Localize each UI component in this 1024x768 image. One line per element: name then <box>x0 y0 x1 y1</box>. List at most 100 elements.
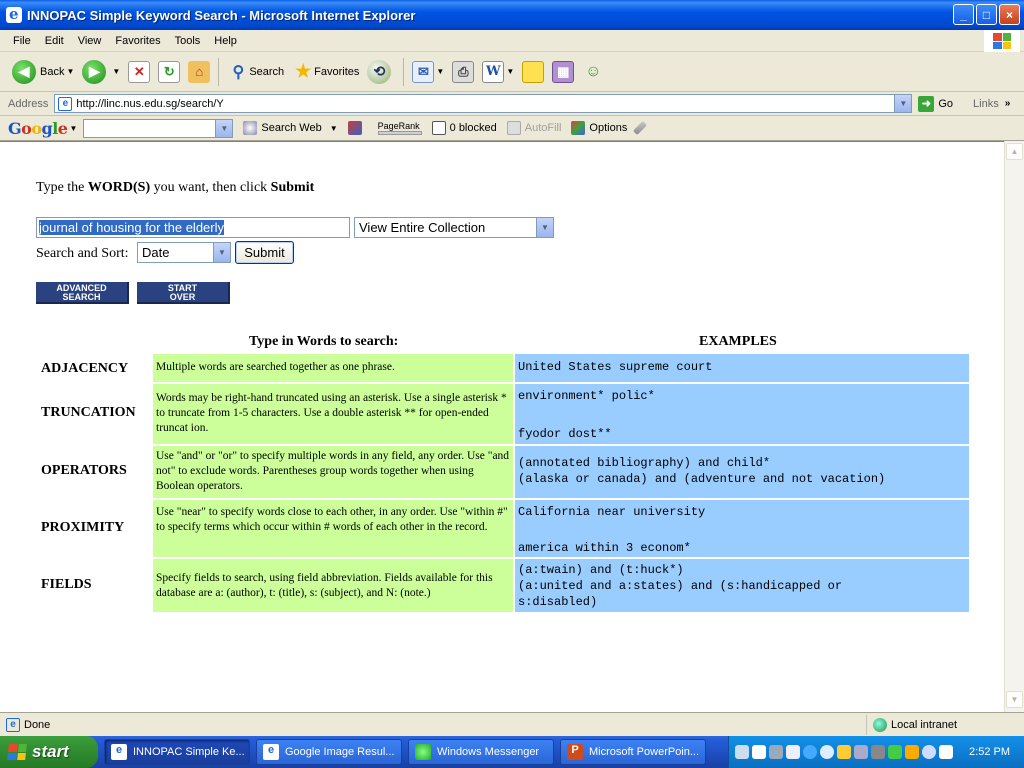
history-icon: ⟲ <box>367 59 392 84</box>
address-input[interactable]: e http://linc.nus.edu.sg/search/Y ▼ <box>54 94 913 113</box>
maximize-button[interactable]: □ <box>976 4 997 25</box>
address-dropdown-icon[interactable]: ▼ <box>894 95 912 112</box>
search-web-button[interactable]: Search Web ▼ <box>243 121 338 135</box>
security-zone[interactable]: Local intranet <box>866 715 957 735</box>
tray-shield-icon[interactable] <box>837 745 851 759</box>
popup-blocker-button[interactable]: 0 blocked <box>431 121 497 135</box>
mail-dropdown-icon[interactable]: ▼ <box>436 67 444 76</box>
minimize-button[interactable]: _ <box>953 4 974 25</box>
task-label: Windows Messenger <box>437 746 540 758</box>
menu-favorites[interactable]: Favorites <box>108 35 167 47</box>
messenger-button[interactable]: ☺ <box>578 55 608 89</box>
refresh-button[interactable]: ↻ <box>154 55 184 89</box>
keyword-search-input[interactable]: journal of housing for the elderly <box>36 217 350 238</box>
address-label: Address <box>8 97 49 110</box>
tray-search-icon[interactable] <box>922 745 936 759</box>
window-titlebar[interactable]: INNOPAC Simple Keyword Search - Microsof… <box>0 0 1024 30</box>
back-dropdown-icon[interactable]: ▼ <box>66 67 74 76</box>
research-button[interactable]: ▦ <box>548 55 578 89</box>
home-button[interactable]: ⌂ <box>184 55 214 89</box>
tray-back-icon[interactable] <box>803 745 817 759</box>
row-example: (a:twain) and (t:huck*) (a:united and a:… <box>515 559 969 612</box>
task-ie-google[interactable]: e Google Image Resul... <box>256 739 402 765</box>
task-messenger[interactable]: Windows Messenger <box>408 739 554 765</box>
task-powerpoint[interactable]: P Microsoft PowerPoin... <box>560 739 706 765</box>
windows-flag-icon <box>7 744 27 760</box>
news-button[interactable] <box>347 121 366 135</box>
menu-tools[interactable]: Tools <box>168 35 208 47</box>
collection-value: View Entire Collection <box>359 220 486 235</box>
zone-label: Local intranet <box>891 719 958 731</box>
chevron-down-icon[interactable]: ▼ <box>536 218 553 237</box>
start-over-button[interactable]: Start Over <box>137 282 230 304</box>
close-button[interactable]: × <box>999 4 1020 25</box>
google-toolbar: Google ▼ ▼ Search Web ▼ PageRank 0 block… <box>0 116 1024 141</box>
menu-file[interactable]: File <box>6 35 38 47</box>
table-row: OPERATORS Use "and" or "or" to specify m… <box>36 446 970 498</box>
back-label: Back <box>40 65 65 78</box>
table-row: TRUNCATION Words may be right-hand trunc… <box>36 384 970 444</box>
tray-tablet-icon[interactable] <box>786 745 800 759</box>
task-ie-innopac[interactable]: e INNOPAC Simple Ke... <box>104 739 250 765</box>
google-search-input[interactable]: ▼ <box>83 118 234 138</box>
menu-edit[interactable]: Edit <box>38 35 71 47</box>
popup-blocker-icon <box>431 121 446 135</box>
chevron-right-icon[interactable]: » <box>1005 98 1011 109</box>
star-icon: ★ <box>295 61 312 81</box>
google-search-dropdown-icon[interactable]: ▼ <box>215 119 233 137</box>
advanced-search-button[interactable]: Advanced Search <box>36 282 129 304</box>
mail-button[interactable]: ✉ ▼ <box>408 55 448 89</box>
edit-dropdown-icon[interactable]: ▼ <box>506 67 514 76</box>
options-button[interactable]: Options <box>571 121 627 135</box>
tray-pointer-icon[interactable] <box>769 745 783 759</box>
tray-speaker-icon[interactable] <box>871 745 885 759</box>
menu-view[interactable]: View <box>71 35 109 47</box>
favorites-label: Favorites <box>314 65 360 78</box>
collection-select[interactable]: View Entire Collection ▼ <box>354 217 554 238</box>
tray-pen-icon[interactable] <box>735 745 749 759</box>
search-web-label: Search Web <box>261 122 322 134</box>
tray-keyboard-icon[interactable] <box>752 745 766 759</box>
tray-wave-icon[interactable] <box>939 745 953 759</box>
table-row: ADJACENCY Multiple words are searched to… <box>36 354 970 382</box>
search-button[interactable]: ⚲ Search <box>223 55 288 89</box>
go-button[interactable]: ➜ Go <box>918 95 953 112</box>
links-button[interactable]: Links <box>973 98 999 110</box>
word-icon: W <box>482 60 505 83</box>
type-words-header: Type in Words to search: <box>249 334 399 349</box>
history-button[interactable]: ⟲ <box>363 55 399 89</box>
back-button[interactable]: ◀ Back ▼ <box>8 55 78 89</box>
task-label: Google Image Resul... <box>285 746 395 758</box>
row-label-truncation: TRUNCATION <box>41 405 136 420</box>
autofill-button[interactable]: AutoFill <box>506 121 561 135</box>
scroll-up-icon[interactable]: ▲ <box>1006 143 1023 160</box>
vertical-scrollbar[interactable]: ▲ ▼ <box>1004 141 1024 712</box>
forward-dropdown-icon[interactable]: ▼ <box>112 67 120 76</box>
tray-messenger-icon[interactable] <box>888 745 902 759</box>
google-menu-dropdown-icon[interactable]: ▼ <box>69 124 77 133</box>
discuss-button[interactable] <box>518 55 548 89</box>
pagerank-indicator: PageRank <box>377 121 422 135</box>
stop-button[interactable]: ✕ <box>124 55 154 89</box>
tray-network-icon[interactable] <box>854 745 868 759</box>
print-button[interactable]: ⎙ <box>448 55 478 89</box>
submit-button[interactable]: Submit <box>235 241 294 264</box>
edit-button[interactable]: W ▼ <box>478 55 518 89</box>
stop-icon: ✕ <box>128 60 151 83</box>
highlight-button[interactable] <box>633 120 648 136</box>
chevron-down-icon[interactable]: ▼ <box>213 243 230 262</box>
back-arrow-icon: ◀ <box>12 59 36 84</box>
favorites-button[interactable]: ★ Favorites <box>288 55 363 89</box>
forward-button[interactable]: ▶ ▼ <box>78 55 124 89</box>
tray-alert-icon[interactable] <box>905 745 919 759</box>
start-label: start <box>32 742 69 761</box>
sort-select[interactable]: Date ▼ <box>137 242 231 263</box>
search-web-dropdown-icon[interactable]: ▼ <box>330 124 338 133</box>
menu-help[interactable]: Help <box>207 35 244 47</box>
tray-minus-icon[interactable] <box>820 745 834 759</box>
window-title: INNOPAC Simple Keyword Search - Microsof… <box>27 7 416 23</box>
scroll-down-icon[interactable]: ▼ <box>1006 691 1023 708</box>
google-logo[interactable]: Google <box>8 119 68 138</box>
start-button[interactable]: start <box>0 736 98 768</box>
research-icon: ▦ <box>552 60 575 83</box>
